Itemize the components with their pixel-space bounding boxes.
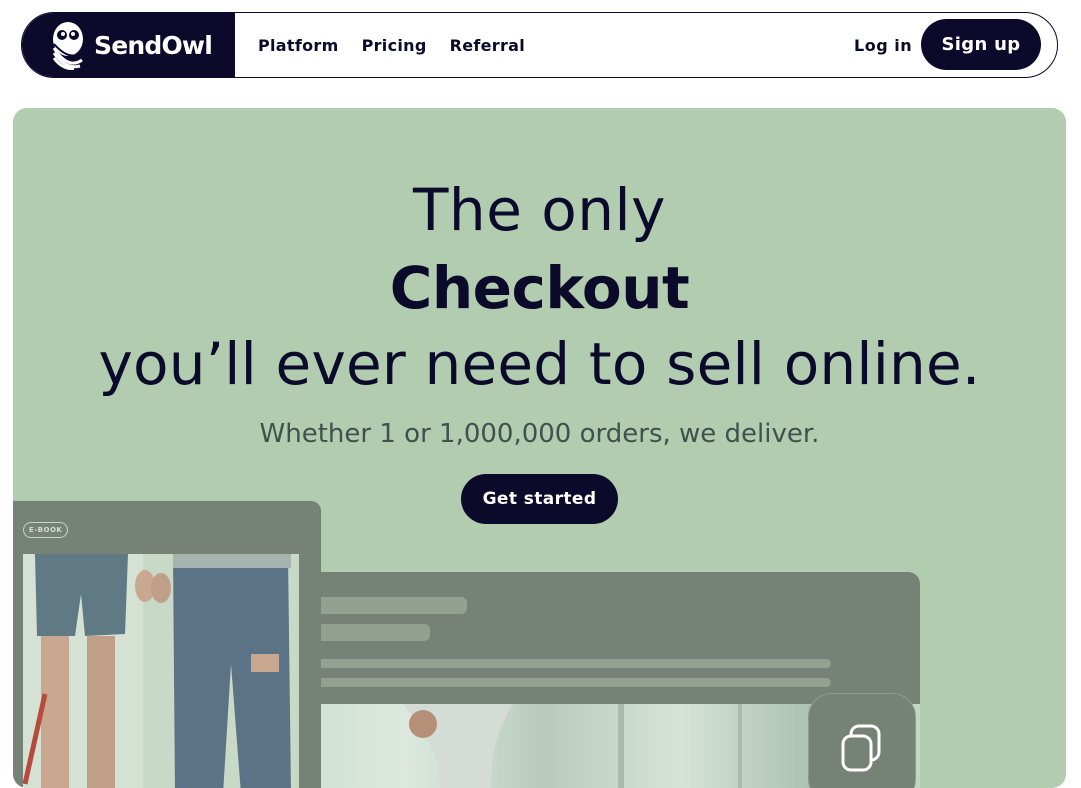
nav-link-pricing[interactable]: Pricing bbox=[362, 36, 427, 55]
skeleton-line bbox=[308, 597, 467, 614]
nav-link-referral[interactable]: Referral bbox=[450, 36, 525, 55]
top-navigation: SendOwl Platform Pricing Referral Log in… bbox=[21, 12, 1058, 78]
hero-heading-line3: you’ll ever need to sell online. bbox=[98, 330, 981, 398]
hero-heading-line1: The only bbox=[413, 176, 666, 244]
hero-subtitle: Whether 1 or 1,000,000 orders, we delive… bbox=[259, 419, 820, 449]
ebook-badge: E-BOOK bbox=[23, 522, 69, 538]
skeleton-line bbox=[308, 678, 831, 687]
ebook-cover-photo bbox=[23, 554, 299, 788]
login-link[interactable]: Log in bbox=[854, 13, 912, 77]
hero-heading-line2: Checkout bbox=[389, 254, 690, 322]
people-photo bbox=[23, 554, 299, 788]
stacked-pages-icon bbox=[841, 724, 881, 772]
skeleton-line bbox=[308, 624, 430, 641]
skeleton-line bbox=[308, 659, 831, 668]
brand-logo-link[interactable]: SendOwl bbox=[22, 13, 235, 77]
nav-links: Platform Pricing Referral bbox=[258, 13, 548, 77]
ebook-card: E-BOOK bbox=[13, 501, 321, 788]
signup-button[interactable]: Sign up bbox=[921, 19, 1041, 70]
brand-name: SendOwl bbox=[94, 30, 213, 60]
nav-link-platform[interactable]: Platform bbox=[258, 36, 339, 55]
owl-logo-icon bbox=[52, 22, 83, 70]
get-started-button[interactable]: Get started bbox=[461, 474, 618, 524]
hero-section: The only Checkout you’ll ever need to se… bbox=[13, 108, 1066, 788]
digital-product-tile bbox=[808, 693, 916, 788]
